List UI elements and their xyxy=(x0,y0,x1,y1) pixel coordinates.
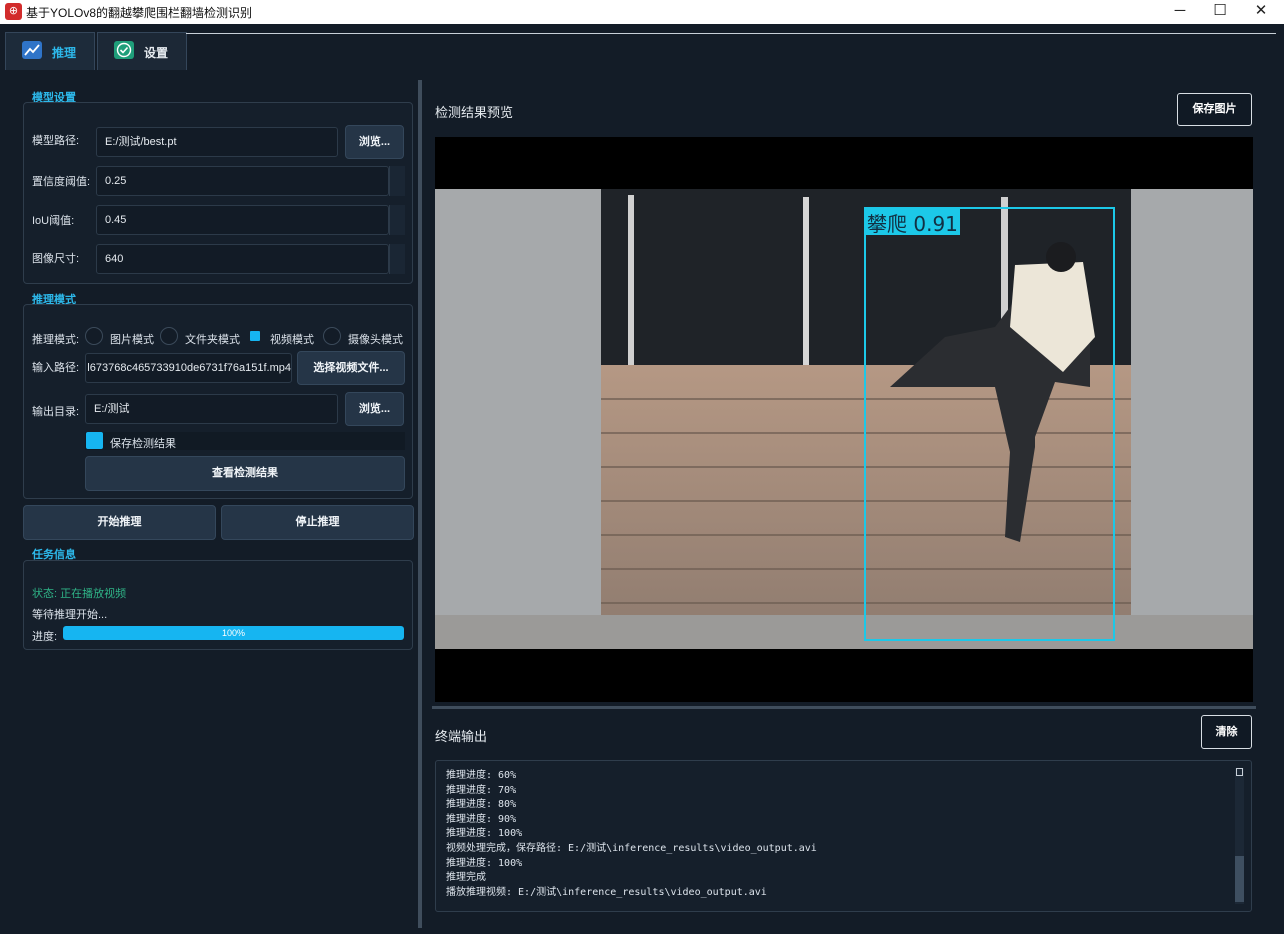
conf-threshold-label: 置信度阈值: xyxy=(32,176,91,188)
terminal-line: 视频处理完成，保存路径: E:/测试\inference_results\vid… xyxy=(446,842,817,854)
radio-image-mode[interactable] xyxy=(85,327,103,345)
input-path-input[interactable]: l673768c465733910de6731f76a151f.mp4 xyxy=(85,353,292,383)
iou-threshold-input[interactable]: 0.45 xyxy=(96,205,389,235)
status-text: 状态: 正在播放视频 xyxy=(32,588,127,600)
preview-image: 攀爬 0.91 xyxy=(435,189,1253,649)
preview-title: 检测结果预览 xyxy=(435,105,514,120)
progress-bar: 100% xyxy=(63,626,404,640)
save-results-label: 保存检测结果 xyxy=(110,438,176,450)
scroll-up-arrow[interactable] xyxy=(1236,768,1243,776)
terminal-line: 推理进度: 70% xyxy=(446,784,517,796)
model-browse-button[interactable]: 浏览... xyxy=(345,125,404,159)
terminal-title: 终端输出 xyxy=(435,729,488,744)
terminal-line: 推理完成 xyxy=(446,872,486,884)
terminal-lines: 推理进度: 60% 推理进度: 70% 推理进度: 80% 推理进度: 90% … xyxy=(446,769,817,900)
terminal-scrollbar[interactable] xyxy=(1235,768,1244,904)
radio-camera-mode[interactable] xyxy=(323,327,341,345)
terminal-line: 推理进度: 100% xyxy=(446,828,523,840)
terminal-line: 推理进度: 100% xyxy=(446,857,523,869)
preview-terminal-divider[interactable] xyxy=(432,706,1256,709)
tab-divider xyxy=(186,33,1276,34)
view-results-button[interactable]: 查看检测结果 xyxy=(85,456,405,491)
stop-inference-button[interactable]: 停止推理 xyxy=(221,505,414,540)
iou-threshold-stepper[interactable] xyxy=(389,205,405,235)
radio-camera-mode-label: 摄像头模式 xyxy=(348,334,403,346)
detection-preview: 攀爬 0.91 xyxy=(435,137,1253,702)
maximize-button[interactable]: ☐ xyxy=(1197,0,1243,24)
app-icon: ⊕ xyxy=(5,3,22,20)
conf-threshold-input[interactable]: 0.25 xyxy=(96,166,389,196)
close-button[interactable]: ✕ xyxy=(1238,0,1284,24)
tab-bar: 推理 设置 xyxy=(0,24,1284,72)
title-bar: ⊕ 基于YOLOv8的翻越攀爬围栏翻墙检测识别 ─ ☐ ✕ xyxy=(0,0,1284,24)
model-path-input[interactable]: E:/测试/best.pt xyxy=(96,127,338,157)
radio-folder-mode[interactable] xyxy=(160,327,178,345)
wait-text: 等待推理开始... xyxy=(32,609,108,621)
tab-settings[interactable]: 设置 xyxy=(97,32,187,70)
output-dir-label: 输出目录: xyxy=(32,406,80,418)
progress-label: 进度: xyxy=(32,631,58,643)
tab-settings-label: 设置 xyxy=(144,46,169,60)
radio-image-mode-label: 图片模式 xyxy=(110,334,154,346)
select-video-button[interactable]: 选择视频文件... xyxy=(297,351,405,385)
output-browse-button[interactable]: 浏览... xyxy=(345,392,404,426)
terminal-output[interactable]: 推理进度: 60% 推理进度: 70% 推理进度: 80% 推理进度: 90% … xyxy=(435,760,1252,912)
model-path-label: 模型路径: xyxy=(32,135,80,147)
tab-inference-label: 推理 xyxy=(52,46,77,60)
terminal-scroll-thumb[interactable] xyxy=(1235,856,1244,902)
save-results-checkbox[interactable] xyxy=(86,432,103,449)
image-size-label: 图像尺寸: xyxy=(32,253,80,265)
iou-threshold-label: IoU阈值: xyxy=(32,215,75,227)
radio-video-mode-label: 视频模式 xyxy=(270,334,314,346)
input-path-label: 输入路径: xyxy=(32,362,80,374)
image-size-stepper[interactable] xyxy=(389,244,405,274)
terminal-line: 推理进度: 80% xyxy=(446,799,517,811)
radio-video-mode[interactable] xyxy=(250,331,260,341)
radio-folder-mode-label: 文件夹模式 xyxy=(185,334,240,346)
panel-splitter[interactable] xyxy=(418,80,422,928)
clear-button[interactable]: 清除 xyxy=(1201,715,1252,749)
image-size-input[interactable]: 640 xyxy=(96,244,389,274)
window-title: 基于YOLOv8的翻越攀爬围栏翻墙检测识别 xyxy=(26,6,253,20)
mode-label: 推理模式: xyxy=(32,334,80,346)
conf-threshold-stepper[interactable] xyxy=(389,166,405,196)
save-image-button[interactable]: 保存图片 xyxy=(1177,93,1252,126)
chart-line-icon xyxy=(22,41,42,59)
terminal-line: 推理进度: 90% xyxy=(446,813,517,825)
check-badge-icon xyxy=(114,41,134,59)
progress-text: 100% xyxy=(221,628,246,638)
terminal-line: 播放推理视频: E:/测试\inference_results\video_ou… xyxy=(446,886,767,898)
tab-inference[interactable]: 推理 xyxy=(5,32,95,70)
detection-label: 攀爬 0.91 xyxy=(867,212,958,236)
start-inference-button[interactable]: 开始推理 xyxy=(23,505,216,540)
output-dir-input[interactable]: E:/测试 xyxy=(85,394,338,424)
terminal-line: 推理进度: 60% xyxy=(446,770,517,781)
